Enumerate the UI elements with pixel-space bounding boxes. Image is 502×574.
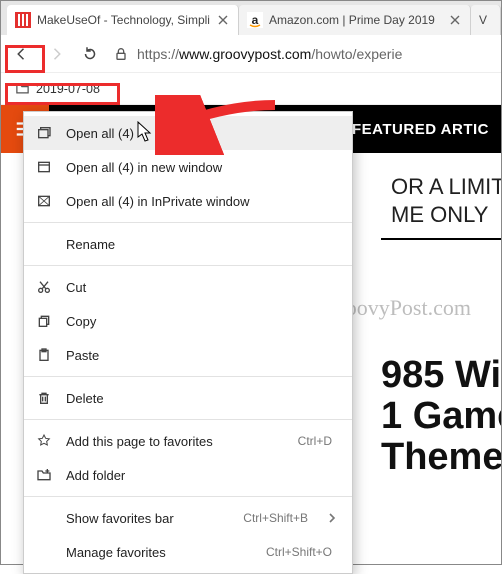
menu-separator (24, 376, 352, 377)
tab-title: Amazon.com | Prime Day 2019 (269, 13, 442, 27)
url-scheme: https:// (137, 46, 179, 62)
menu-shortcut: Ctrl+D (298, 434, 332, 448)
url-text: https://www.groovypost.com/howto/experie (137, 46, 402, 62)
menu-item-show-favorites-bar[interactable]: Show favorites bar Ctrl+Shift+B (24, 501, 352, 535)
chevron-right-icon (328, 513, 338, 523)
menu-item-open-all-new-window[interactable]: Open all (4) in new window (24, 150, 352, 184)
back-button[interactable] (11, 43, 33, 65)
menu-item-add-page[interactable]: Add this page to favorites Ctrl+D (24, 424, 352, 458)
menu-item-rename[interactable]: Rename (24, 227, 352, 261)
menu-label: Rename (66, 237, 338, 252)
blank-icon (36, 510, 52, 526)
menu-label: Copy (66, 314, 338, 329)
close-icon[interactable] (448, 13, 462, 27)
menu-item-cut[interactable]: Cut (24, 270, 352, 304)
paste-icon (36, 347, 52, 363)
menu-label: Paste (66, 348, 338, 363)
address-bar[interactable]: https://www.groovypost.com/howto/experie (113, 46, 491, 62)
folder-plus-icon (36, 467, 52, 483)
menu-label: Manage favorites (66, 545, 252, 560)
refresh-button[interactable] (79, 43, 101, 65)
menu-label: Add this page to favorites (66, 434, 284, 449)
menu-label: Delete (66, 391, 338, 406)
menu-label: Show favorites bar (66, 511, 229, 526)
tabs-icon (36, 125, 52, 141)
url-host: www.groovypost.com (179, 46, 311, 62)
close-icon[interactable] (216, 13, 230, 27)
blank-icon (36, 544, 52, 560)
menu-separator (24, 222, 352, 223)
tab-favicon: a (247, 12, 263, 28)
bookmark-folder-label: 2019-07-08 (36, 82, 100, 96)
featured-label: FEATURED ARTIC (340, 105, 501, 153)
menu-item-manage-favorites[interactable]: Manage favorites Ctrl+Shift+O (24, 535, 352, 569)
browser-tab[interactable]: V (471, 5, 501, 35)
menu-item-open-all[interactable]: Open all (4) (24, 116, 352, 150)
delete-icon (36, 390, 52, 406)
menu-item-copy[interactable]: Copy (24, 304, 352, 338)
menu-separator (24, 265, 352, 266)
copy-icon (36, 313, 52, 329)
menu-item-open-all-inprivate[interactable]: Open all (4) in InPrivate window (24, 184, 352, 218)
menu-label: Open all (4) in InPrivate window (66, 194, 338, 209)
menu-separator (24, 496, 352, 497)
tab-title: MakeUseOf - Technology, Simpli (37, 13, 210, 27)
svg-text:a: a (252, 13, 259, 27)
blank-icon (36, 236, 52, 252)
bookmark-folder[interactable]: 2019-07-08 (9, 79, 106, 98)
context-menu: Open all (4) Open all (4) in new window … (23, 111, 353, 574)
menu-label: Add folder (66, 468, 338, 483)
menu-item-delete[interactable]: Delete (24, 381, 352, 415)
browser-tab[interactable]: MakeUseOf - Technology, Simpli (7, 5, 239, 35)
menu-shortcut: Ctrl+Shift+B (243, 511, 308, 525)
menu-item-paste[interactable]: Paste (24, 338, 352, 372)
menu-label: Open all (4) (66, 126, 338, 141)
lock-icon (113, 46, 129, 62)
tab-strip: MakeUseOf - Technology, Simpli a Amazon.… (1, 1, 501, 35)
tab-title: V (479, 13, 492, 27)
menu-label: Cut (66, 280, 338, 295)
menu-item-add-folder[interactable]: Add folder (24, 458, 352, 492)
window-icon (36, 159, 52, 175)
browser-tab[interactable]: a Amazon.com | Prime Day 2019 (239, 5, 471, 35)
divider (381, 238, 501, 240)
url-path: /howto/experie (311, 46, 402, 62)
menu-separator (24, 419, 352, 420)
forward-button[interactable] (45, 43, 67, 65)
bookmarks-bar: 2019-07-08 (1, 73, 501, 105)
cut-icon (36, 279, 52, 295)
inprivate-icon (36, 193, 52, 209)
browser-toolbar: https://www.groovypost.com/howto/experie (1, 35, 501, 73)
tab-favicon (15, 12, 31, 28)
headline: 985 Wi 1 Game Theme (381, 355, 501, 478)
menu-label: Open all (4) in new window (66, 160, 338, 175)
star-plus-icon (36, 433, 52, 449)
folder-icon (15, 81, 30, 96)
menu-shortcut: Ctrl+Shift+O (266, 545, 332, 559)
